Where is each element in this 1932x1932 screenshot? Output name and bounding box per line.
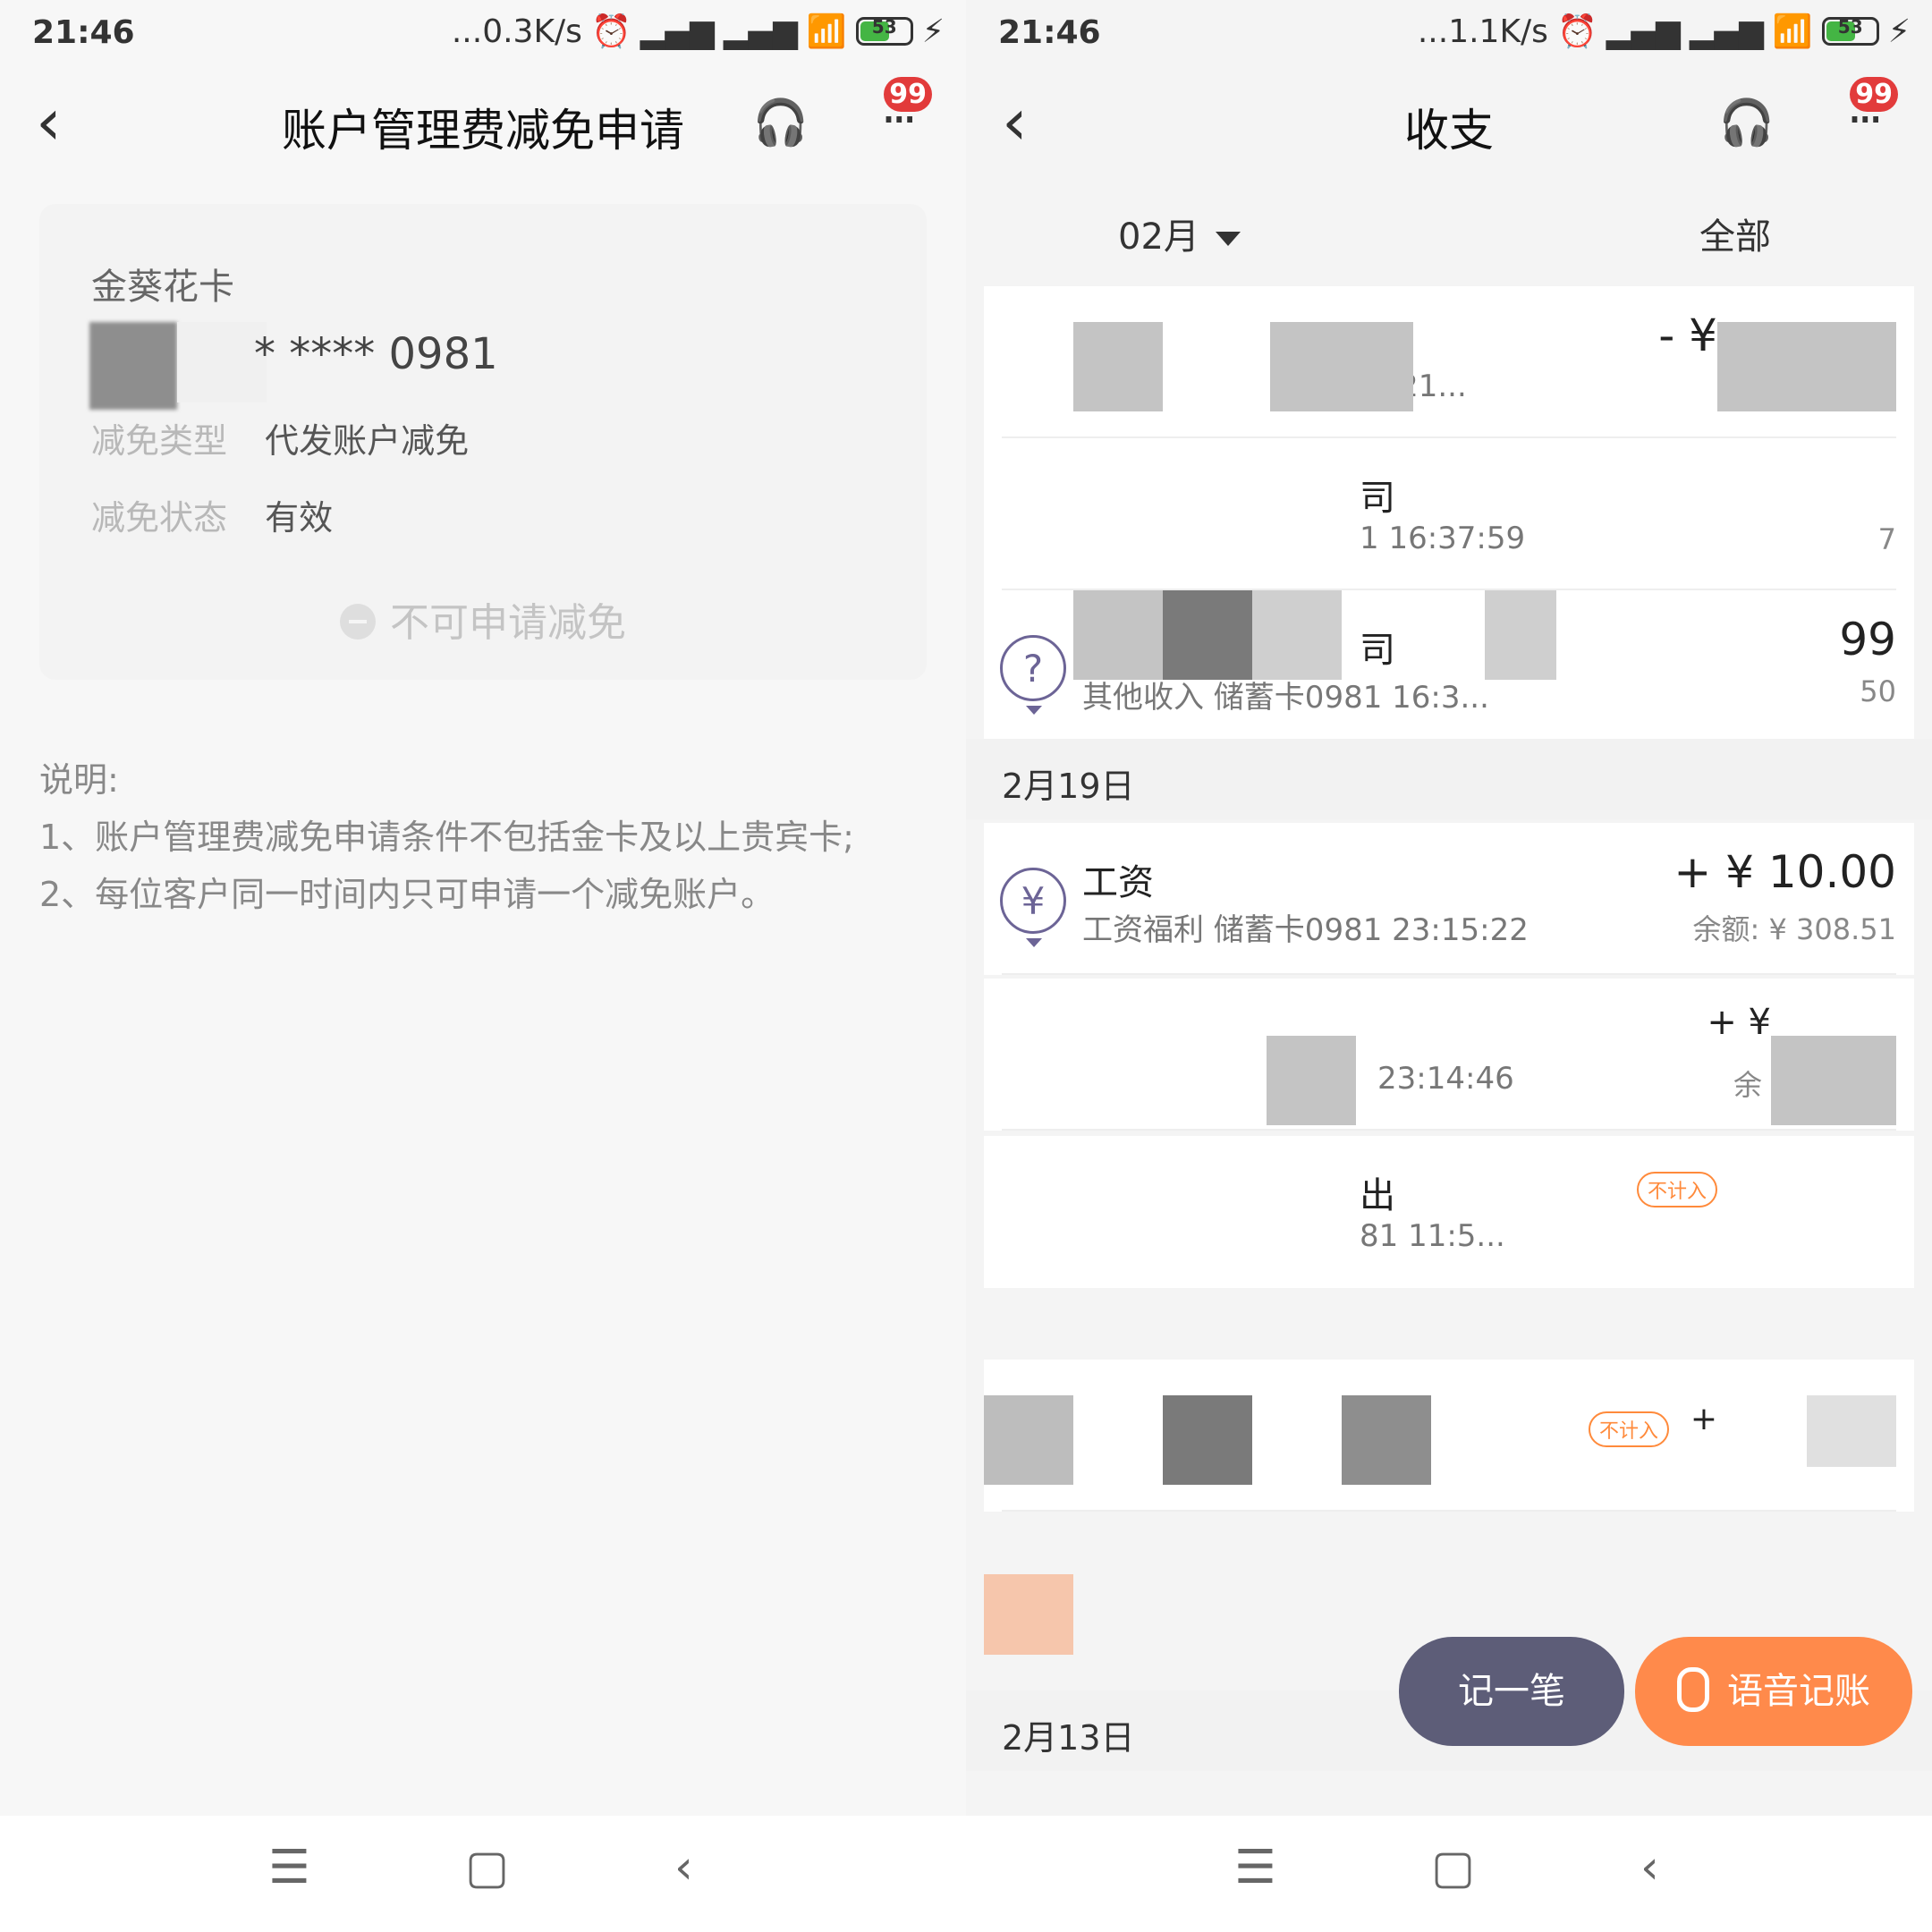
- type-filter[interactable]: 全部: [1699, 208, 1771, 259]
- home-icon[interactable]: ▢: [1431, 1841, 1475, 1894]
- transaction-item[interactable]: 23:14:46 + ¥ 余: [984, 979, 1914, 1131]
- voice-record-button[interactable]: 语音记账: [1635, 1637, 1912, 1746]
- status-right: ...0.3K/s ⏰ ▂▄▆ ▂▄▆ 📶 53 ⚡: [451, 13, 945, 51]
- caret-down-icon: [1215, 232, 1241, 246]
- redacted-block: [1342, 1395, 1431, 1485]
- notification-badge: 99: [884, 77, 932, 112]
- transaction-item[interactable]: 不计入 +: [984, 1360, 1914, 1512]
- alarm-icon: ⏰: [1556, 13, 1597, 50]
- waiver-type-row: 减免类型 代发账户减免: [91, 421, 470, 461]
- signal-icon-2: ▂▄▆: [723, 13, 798, 50]
- money-bag-icon: ¥: [1000, 868, 1066, 947]
- menu-icon[interactable]: ☰: [268, 1841, 310, 1894]
- add-record-button[interactable]: 记一笔: [1399, 1637, 1624, 1746]
- page-title: 收支: [1404, 105, 1494, 157]
- headset-icon[interactable]: 🎧: [1719, 97, 1775, 149]
- redacted-block: [1073, 590, 1163, 680]
- minus-circle-icon: [340, 604, 376, 640]
- charging-icon: ⚡: [1887, 13, 1911, 50]
- redacted-block: [1252, 590, 1342, 680]
- alarm-icon: ⏰: [590, 13, 631, 50]
- battery-icon: 53: [855, 16, 913, 46]
- transaction-item[interactable]: ? 司 其他收入 储蓄卡0981 16:3... 99 50: [984, 590, 1914, 742]
- home-icon[interactable]: ▢: [465, 1841, 509, 1894]
- back-icon[interactable]: ‹: [674, 1841, 693, 1894]
- card-name: 金葵花卡: [91, 267, 234, 308]
- redacted-block: [984, 1395, 1073, 1485]
- redacted-block: [89, 322, 177, 410]
- card-panel: 金葵花卡 * **** 0981 减免类型 代发账户减免 减免状态 有效 不可申…: [39, 204, 927, 680]
- redacted-block: [1771, 1036, 1896, 1125]
- transaction-item[interactable]: 出 81 11:5... 不计入: [984, 1136, 1914, 1288]
- month-selector[interactable]: 02月: [1118, 208, 1241, 259]
- notification-badge: 99: [1850, 77, 1898, 112]
- page-title: 账户管理费减免申请: [282, 105, 684, 157]
- charging-icon: ⚡: [921, 13, 945, 50]
- nav-bar: ‹ 账户管理费减免申请 🎧 ··· 99: [0, 72, 966, 179]
- system-nav-bar: ☰ ▢ ‹: [966, 1816, 1932, 1932]
- apply-disabled-button[interactable]: 不可申请减免: [39, 590, 927, 648]
- transaction-item[interactable]: ¥ 工资 工资福利 储蓄卡0981 23:15:22 + ¥ 10.00 余额:…: [984, 823, 1914, 975]
- redacted-block: [177, 322, 267, 402]
- redacted-block: [1163, 1395, 1252, 1485]
- system-nav-bar: ☰ ▢ ‹: [0, 1816, 966, 1932]
- wifi-icon: 📶: [1772, 13, 1813, 50]
- net-speed: ...0.3K/s: [451, 13, 582, 50]
- card-number: * **** 0981: [254, 329, 498, 379]
- excluded-tag: 不计入: [1636, 1172, 1717, 1208]
- status-right: ...1.1K/s ⏰ ▂▄▆ ▂▄▆ 📶 53 ⚡: [1417, 13, 1911, 51]
- microphone-icon: [1677, 1667, 1709, 1712]
- status-time: 21:46: [998, 14, 1101, 51]
- transaction-item[interactable]: 司 1 16:37:59 7: [984, 438, 1914, 590]
- back-icon[interactable]: ‹: [1640, 1841, 1659, 1894]
- nav-bar: ‹ 收支 🎧 ··· 99: [966, 72, 1932, 179]
- battery-icon: 53: [1821, 16, 1879, 46]
- wifi-icon: 📶: [806, 13, 847, 50]
- redacted-block: [1267, 1036, 1356, 1125]
- right-screen: 21:46 ...1.1K/s ⏰ ▂▄▆ ▂▄▆ 📶 53 ⚡ ‹ 收支 🎧 …: [966, 0, 1932, 1932]
- waiver-status-row: 减免状态 有效: [91, 498, 334, 538]
- redacted-block: [1807, 1395, 1896, 1467]
- status-time: 21:46: [32, 14, 135, 51]
- date-header: 2月19日: [966, 739, 1932, 819]
- redacted-block: [1073, 322, 1163, 411]
- signal-icon: ▂▄▆: [1606, 13, 1681, 50]
- status-bar: 21:46 ...1.1K/s ⏰ ▂▄▆ ▂▄▆ 📶 53 ⚡: [966, 0, 1932, 72]
- redacted-block: [1270, 322, 1413, 411]
- net-speed: ...1.1K/s: [1417, 13, 1548, 50]
- signal-icon: ▂▄▆: [640, 13, 715, 50]
- notes-section: 说明: 1、账户管理费减免申请条件不包括金卡及以上贵宾卡; 2、每位客户同一时间…: [39, 760, 854, 914]
- question-icon: ?: [1000, 635, 1066, 715]
- redacted-block: [1163, 590, 1252, 680]
- transaction-item[interactable]: 兴 81 21... - ¥: [984, 286, 1914, 438]
- headset-icon[interactable]: 🎧: [753, 97, 809, 149]
- signal-icon-2: ▂▄▆: [1689, 13, 1764, 50]
- left-screen: 21:46 ...0.3K/s ⏰ ▂▄▆ ▂▄▆ 📶 53 ⚡ ‹ 账户管理费…: [0, 0, 966, 1932]
- redacted-block: [1485, 590, 1556, 680]
- excluded-tag: 不计入: [1588, 1411, 1669, 1447]
- redacted-block: [984, 1574, 1073, 1655]
- redacted-block: [1717, 322, 1896, 411]
- status-bar: 21:46 ...0.3K/s ⏰ ▂▄▆ ▂▄▆ 📶 53 ⚡: [0, 0, 966, 72]
- menu-icon[interactable]: ☰: [1234, 1841, 1276, 1894]
- filter-row: 02月 全部: [966, 197, 1932, 268]
